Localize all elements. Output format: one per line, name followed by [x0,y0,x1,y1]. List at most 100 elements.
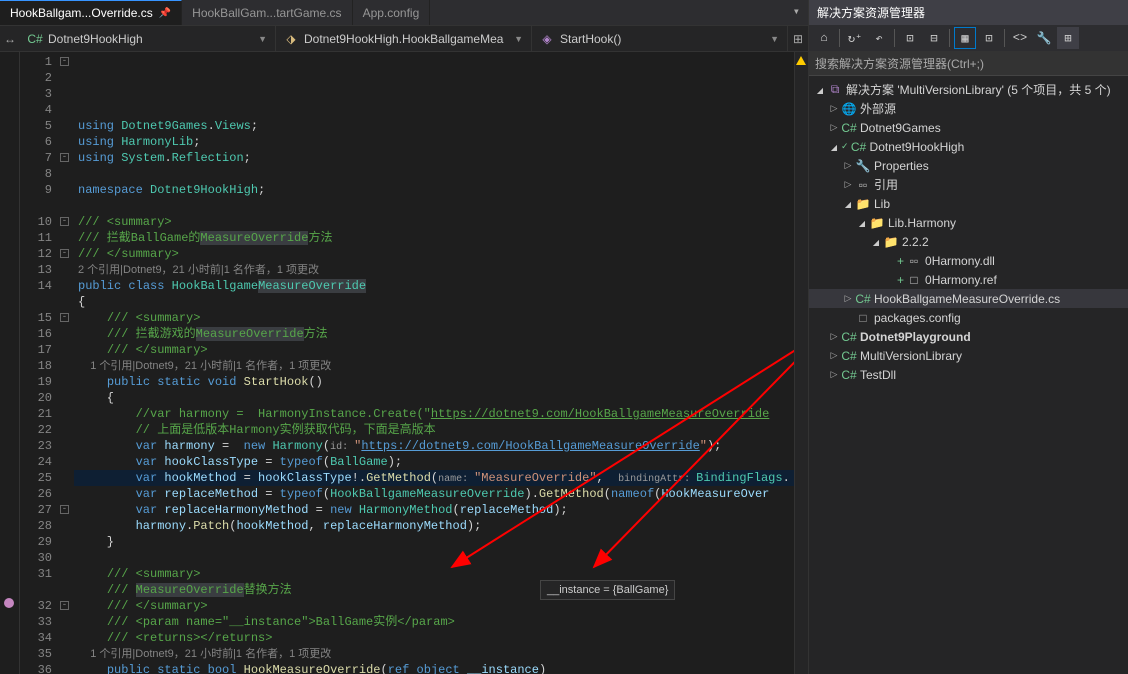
solution-tree[interactable]: ⧉ 解决方案 'MultiVersionLibrary' (5 个项目，共 5 … [809,76,1128,674]
nav-method-dropdown[interactable]: ◈ StartHook() ▼ [532,26,788,51]
expand-icon[interactable] [813,85,827,95]
file-icon: ▫▫ [855,178,871,192]
file-icon: C# [855,292,871,306]
expand-icon[interactable] [827,331,841,342]
split-editor[interactable]: ⊞ [788,26,808,51]
solution-toolbar: ⌂ ↻⁺ ↶ ⊡ ⊟ ▦ ⊡ <> 🔧 ⊞ [809,25,1128,52]
nav-project-dropdown[interactable]: C# Dotnet9HookHigh ▼ [20,26,276,51]
tree-row[interactable]: C#HookBallgameMeasureOverride.cs [809,289,1128,308]
home-button[interactable]: ⌂ [813,27,835,49]
marker-dot[interactable] [4,598,14,608]
tree-label: Dotnet9Games [860,121,941,135]
tree-row[interactable]: C#Dotnet9Playground [809,327,1128,346]
solution-explorer: 解决方案资源管理器 ⌂ ↻⁺ ↶ ⊡ ⊟ ▦ ⊡ <> 🔧 ⊞ 搜索解决方案资源… [808,0,1128,674]
tree-label: Properties [874,159,929,173]
tree-label: 外部源 [860,100,896,117]
inline-eval-tooltip: __instance = {BallGame} [540,580,675,600]
tree-row[interactable]: 🔧Properties [809,156,1128,175]
tree-label: 引用 [874,176,898,193]
nav-project-label: Dotnet9HookHigh [48,32,143,46]
tree-row[interactable]: ▫▫引用 [809,175,1128,194]
view-button[interactable]: ⊞ [1057,27,1079,49]
tree-row[interactable]: 📁Lib [809,194,1128,213]
file-icon: C# [841,121,857,135]
navigation-bar: ↔ C# Dotnet9HookHigh ▼ ⬗ Dotnet9HookHigh… [0,26,808,52]
tree-label: Dotnet9HookHigh [870,140,965,154]
sync-button[interactable]: ↻⁺ [844,27,866,49]
tree-row[interactable]: 📁2.2.2 [809,232,1128,251]
tree-row[interactable]: +▫▫0Harmony.dll [809,251,1128,270]
chevron-down-icon: ▼ [514,34,523,44]
tree-label: Dotnet9Playground [860,330,971,344]
line-numbers: 1234567891011121314151617181920212223242… [20,52,60,674]
tree-label: Lib [874,197,890,211]
tab-override[interactable]: HookBallgam...Override.cs 📌 [0,0,182,25]
tree-row[interactable]: □packages.config [809,308,1128,327]
code-editor[interactable]: 1234567891011121314151617181920212223242… [0,52,808,674]
back-button[interactable]: ↶ [868,27,890,49]
solution-explorer-title: 解决方案资源管理器 [809,0,1128,25]
file-icon: 📁 [869,216,885,230]
tree-label: TestDll [860,368,896,382]
csharp-icon: C# [28,32,42,46]
file-icon: ▫▫ [906,254,922,268]
tree-row[interactable]: C#MultiVersionLibrary [809,346,1128,365]
fold-column[interactable]: ------- [60,52,74,674]
tree-row[interactable]: +□0Harmony.ref [809,270,1128,289]
nav-class-label: Dotnet9HookHigh.HookBallgameMea [304,32,503,46]
expand-icon[interactable] [841,179,855,190]
expand-icon[interactable] [827,122,841,133]
pin-icon[interactable]: 📌 [159,8,171,19]
tree-label: Lib.Harmony [888,216,956,230]
tree-row[interactable]: 📁Lib.Harmony [809,213,1128,232]
tab-overflow[interactable]: ▾ [785,0,808,25]
check-icon: ✓ [841,141,849,152]
file-icon: □ [855,311,871,325]
code-content[interactable]: __instance = {BallGame} using Dotnet9Gam… [74,52,794,674]
expand-icon[interactable] [827,142,841,152]
expand-icon[interactable] [841,199,855,209]
tree-label: HookBallgameMeasureOverride.cs [874,292,1060,306]
file-icon: 🔧 [855,159,871,173]
tree-label: packages.config [874,311,961,325]
expand-icon[interactable] [827,350,841,361]
tab-label: App.config [363,6,420,20]
solution-icon: ⧉ [827,82,843,97]
show-all-button[interactable]: ⊡ [899,27,921,49]
tab-appconfig[interactable]: App.config [353,0,431,25]
chevron-down-icon: ▼ [770,34,779,44]
tab-startgame[interactable]: HookBallGam...tartGame.cs [182,0,352,25]
file-icon: C# [841,349,857,363]
properties-button[interactable]: 🔧 [1033,27,1055,49]
nav-toggle[interactable]: ↔ [0,26,20,51]
tree-row[interactable]: C#TestDll [809,365,1128,384]
pending-changes-button[interactable]: ▦ [954,27,976,49]
expand-icon[interactable] [841,160,855,171]
tree-row[interactable]: C#Dotnet9Games [809,118,1128,137]
class-icon: ⬗ [284,32,298,46]
expand-icon[interactable] [869,237,883,247]
error-scrollbar[interactable] [794,52,808,674]
file-icon: C# [841,368,857,382]
expand-icon[interactable] [827,103,841,114]
file-icon: C# [841,330,857,344]
expand-icon[interactable] [855,218,869,228]
preview-button[interactable]: ⊡ [978,27,1000,49]
nav-class-dropdown[interactable]: ⬗ Dotnet9HookHigh.HookBallgameMea ▼ [276,26,532,51]
tree-row[interactable]: 🌐外部源 [809,99,1128,118]
solution-search[interactable]: 搜索解决方案资源管理器(Ctrl+;) [809,52,1128,76]
chevron-down-icon: ▼ [258,34,267,44]
tree-label: MultiVersionLibrary [860,349,962,363]
file-icon: 🌐 [841,102,857,116]
view-code-button[interactable]: <> [1009,27,1031,49]
breakpoint-margin[interactable] [0,52,20,674]
solution-root[interactable]: ⧉ 解决方案 'MultiVersionLibrary' (5 个项目，共 5 … [809,80,1128,99]
expand-icon[interactable] [841,293,855,304]
file-icon: 📁 [855,197,871,211]
collapse-button[interactable]: ⊟ [923,27,945,49]
expand-icon[interactable] [827,369,841,380]
tree-row[interactable]: ✓C#Dotnet9HookHigh [809,137,1128,156]
tree-label: 0Harmony.dll [925,254,995,268]
warning-icon[interactable] [796,56,806,65]
file-icon: C# [851,140,867,154]
